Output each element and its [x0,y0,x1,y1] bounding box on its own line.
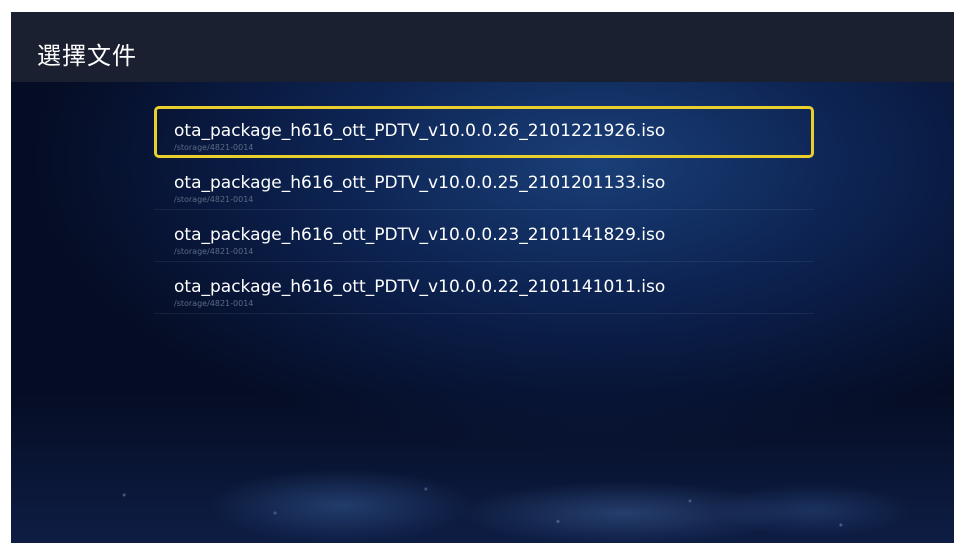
file-path: /storage/4821-0014 [174,299,254,308]
file-path: /storage/4821-0014 [174,195,254,204]
file-name: ota_package_h616_ott_PDTV_v10.0.0.25_210… [174,173,666,193]
file-name: ota_package_h616_ott_PDTV_v10.0.0.23_210… [174,225,666,245]
background-particles [11,423,954,543]
file-path: /storage/4821-0014 [174,247,254,256]
page-title: 選擇文件 [37,42,137,70]
file-item[interactable]: ota_package_h616_ott_PDTV_v10.0.0.25_210… [154,158,814,210]
file-name: ota_package_h616_ott_PDTV_v10.0.0.22_210… [174,277,666,297]
file-item[interactable]: ota_package_h616_ott_PDTV_v10.0.0.23_210… [154,210,814,262]
file-list: ota_package_h616_ott_PDTV_v10.0.0.26_210… [154,106,814,314]
screen: 選擇文件 ota_package_h616_ott_PDTV_v10.0.0.2… [11,12,954,543]
file-item[interactable]: ota_package_h616_ott_PDTV_v10.0.0.22_210… [154,262,814,314]
title-bar: 選擇文件 [11,12,954,82]
file-path: /storage/4821-0014 [174,143,254,152]
file-name: ota_package_h616_ott_PDTV_v10.0.0.26_210… [174,121,666,141]
file-item[interactable]: ota_package_h616_ott_PDTV_v10.0.0.26_210… [154,106,814,158]
